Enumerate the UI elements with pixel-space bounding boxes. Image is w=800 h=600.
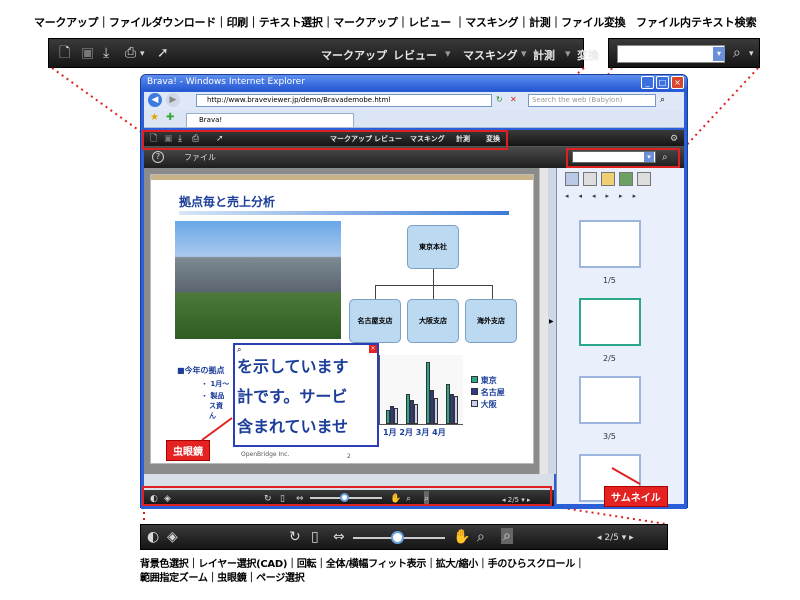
- fit-page-icon[interactable]: ▯: [311, 529, 319, 545]
- background-color-icon[interactable]: ◐: [147, 529, 159, 545]
- rotate-icon[interactable]: ↻: [289, 529, 301, 545]
- page-indicator: 2/5: [604, 533, 619, 543]
- hand-icon[interactable]: ✋: [453, 529, 470, 545]
- pager[interactable]: ◂ 2/5 ▾ ▸: [597, 530, 634, 546]
- bottom-feature-labels: 背景色選択｜レイヤー選択(CAD)｜回転｜全体/横幅フィット表示｜拡大/縮小｜手…: [140, 558, 585, 586]
- magnifier-icon[interactable]: ⌕: [501, 528, 513, 544]
- bottom-labels-line-2: 範囲指定ズーム｜虫眼鏡｜ページ選択: [140, 573, 305, 584]
- bottom-labels-line-1: 背景色選択｜レイヤー選択(CAD)｜回転｜全体/横幅フィット表示｜拡大/縮小｜手…: [140, 559, 585, 570]
- zoom-slider-thumb[interactable]: [391, 531, 404, 544]
- callout-pointer: [201, 417, 641, 485]
- zoom-area-icon[interactable]: ⌕: [477, 529, 485, 545]
- layers-icon[interactable]: ◈: [167, 529, 178, 545]
- thumbnail-callout: サムネイル: [604, 486, 668, 507]
- fit-width-icon[interactable]: ⇔: [333, 529, 345, 545]
- zoomed-bottom-toolbar: ◐ ◈ ↻ ▯ ⇔ ✋ ⌕ ⌕ ◂ 2/5 ▾ ▸: [140, 524, 668, 550]
